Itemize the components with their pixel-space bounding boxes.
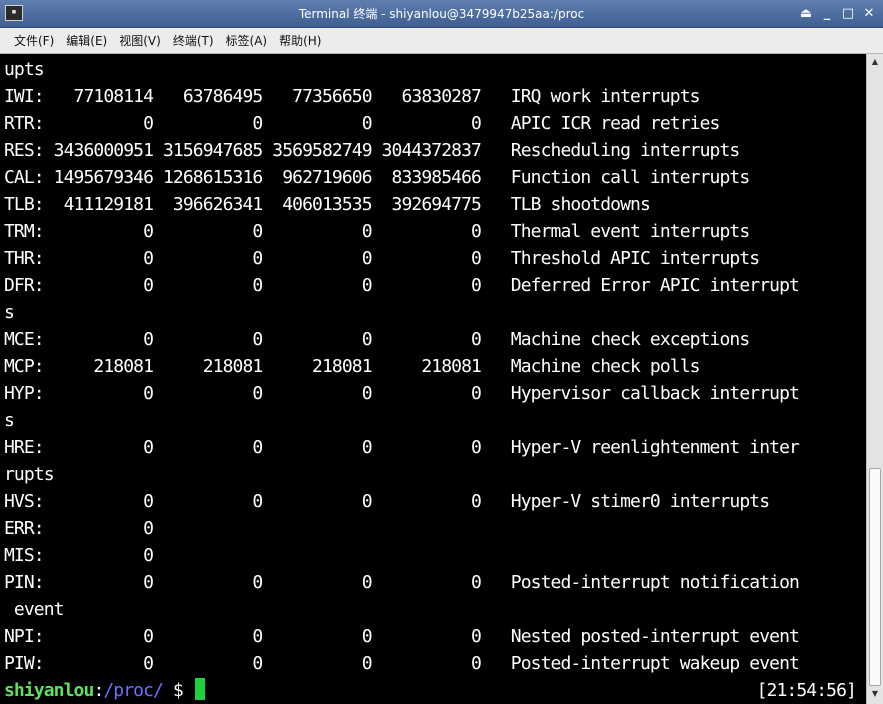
prompt-clock: [21:54:56] (756, 680, 857, 701)
output-line: upts (4, 59, 45, 80)
maximize-button[interactable]: □ (840, 6, 856, 22)
shell-prompt[interactable]: shiyanlou:/proc/ $ (4, 677, 205, 704)
output-line: MIS: 0 (4, 545, 154, 566)
prompt-user: shiyanlou (4, 680, 94, 701)
output-line: HYP: 0 0 0 0 Hypervisor callback interru… (4, 383, 800, 404)
output-line: TRM: 0 0 0 0 Thermal event interrupts (4, 221, 750, 242)
output-line: RTR: 0 0 0 0 APIC ICR read retries (4, 113, 720, 134)
output-line: HVS: 0 0 0 0 Hyper-V stimer0 interrupts (4, 491, 770, 512)
output-line: NPI: 0 0 0 0 Nested posted-interrupt eve… (4, 626, 800, 647)
prompt-dollar: $ (163, 680, 193, 701)
output-line: PIN: 0 0 0 0 Posted-interrupt notificati… (4, 572, 800, 593)
scroll-down-icon[interactable]: ▼ (869, 688, 881, 700)
output-line: THR: 0 0 0 0 Threshold APIC interrupts (4, 248, 760, 269)
output-line: DFR: 0 0 0 0 Deferred Error APIC interru… (4, 275, 800, 296)
terminal-window: ▪ Terminal 终端 - shiyanlou@3479947b25aa:/… (0, 0, 883, 704)
output-line: s (4, 410, 15, 431)
output-line: HRE: 0 0 0 0 Hyper-V reenlightenment int… (4, 437, 800, 458)
output-line: PIW: 0 0 0 0 Posted-interrupt wakeup eve… (4, 653, 800, 674)
output-line: rupts (4, 464, 55, 485)
window-title: Terminal 终端 - shiyanlou@3479947b25aa:/pr… (298, 7, 585, 21)
menu-terminal[interactable]: 终端(T) (167, 29, 220, 53)
menu-edit[interactable]: 编辑(E) (60, 29, 113, 53)
scroll-thumb[interactable] (869, 468, 881, 686)
output-line: TLB: 411129181 396626341 406013535 39269… (4, 194, 651, 215)
output-line: ERR: 0 (4, 518, 154, 539)
prompt-separator: : (93, 680, 104, 701)
menu-tabs[interactable]: 标签(A) (220, 29, 274, 53)
terminal-output[interactable]: upts IWI: 77108114 63786495 77356650 638… (0, 54, 866, 704)
prompt-path: /proc/ (103, 680, 164, 701)
title-bar[interactable]: ▪ Terminal 终端 - shiyanlou@3479947b25aa:/… (0, 0, 883, 28)
output-line: MCE: 0 0 0 0 Machine check exceptions (4, 329, 750, 350)
output-line: s (4, 302, 15, 323)
text-cursor (194, 678, 205, 700)
menu-file[interactable]: 文件(F) (8, 29, 60, 53)
shade-button[interactable]: ⏏ (798, 6, 814, 22)
scroll-up-icon[interactable]: ▲ (869, 56, 881, 68)
minimize-button[interactable]: _ (819, 6, 835, 22)
output-line: IWI: 77108114 63786495 77356650 63830287… (4, 86, 700, 107)
window-controls: ⏏ _ □ ✕ (798, 0, 877, 28)
menu-view[interactable]: 视图(V) (113, 29, 167, 53)
close-button[interactable]: ✕ (861, 6, 877, 22)
menu-help[interactable]: 帮助(H) (273, 29, 327, 53)
output-line: CAL: 1495679346 1268615316 962719606 833… (4, 167, 750, 188)
output-line: RES: 3436000951 3156947685 3569582749 30… (4, 140, 740, 161)
vertical-scrollbar[interactable]: ▲ ▼ (866, 54, 883, 704)
output-line: event (4, 599, 65, 620)
menu-bar: 文件(F) 编辑(E) 视图(V) 终端(T) 标签(A) 帮助(H) (0, 28, 883, 54)
output-line: MCP: 218081 218081 218081 218081 Machine… (4, 356, 700, 377)
